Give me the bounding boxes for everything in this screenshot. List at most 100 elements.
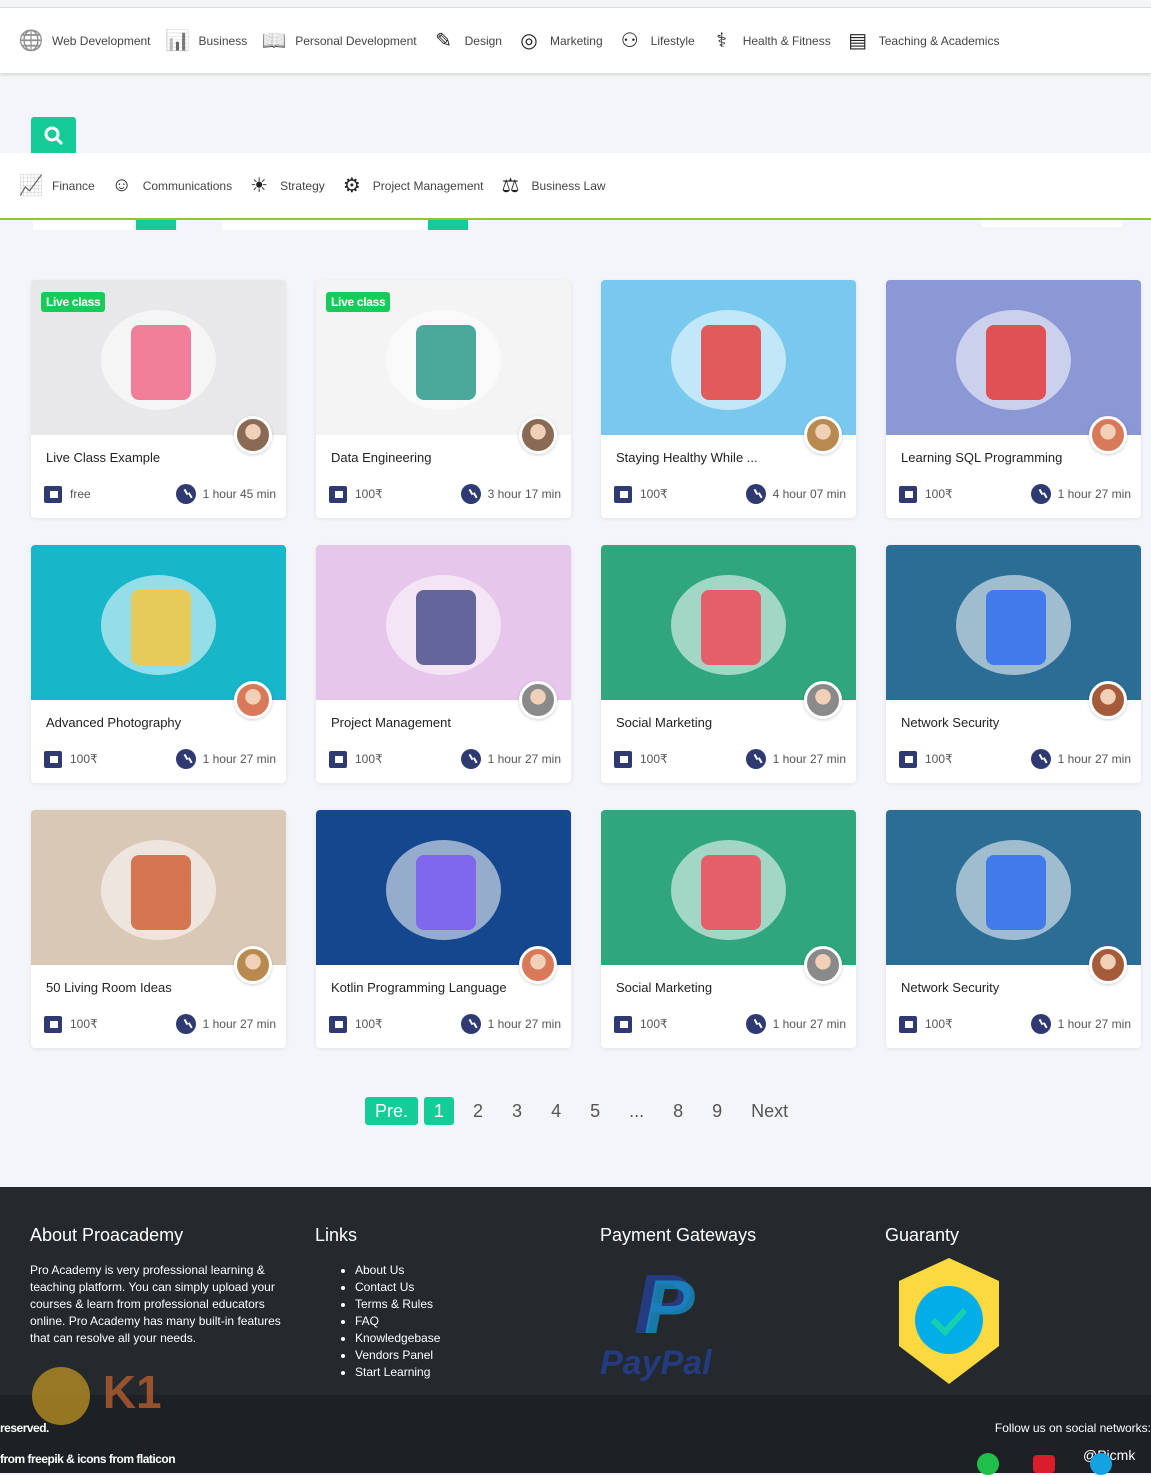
payment-title: Payment Gateways	[600, 1225, 757, 1245]
instructor-avatar[interactable]	[519, 416, 557, 454]
page-2[interactable]: 2	[463, 1097, 493, 1125]
course-card[interactable]: Live class Data Engineering 100₹ 3 hour …	[316, 280, 571, 518]
course-title[interactable]: Network Security	[901, 980, 999, 995]
nav-label: Web Development	[52, 33, 151, 48]
nav-item-finance[interactable]: 📈 Finance	[18, 173, 95, 199]
page-8[interactable]: 8	[663, 1097, 693, 1125]
filter-tab[interactable]	[33, 220, 133, 230]
footer-link[interactable]: Contact Us	[355, 1279, 440, 1296]
course-title[interactable]: Data Engineering	[331, 450, 431, 465]
course-title[interactable]: Advanced Photography	[46, 715, 181, 730]
course-card[interactable]: Kotlin Programming Language 100₹ 1 hour …	[316, 810, 571, 1048]
page-3[interactable]: 3	[502, 1097, 532, 1125]
course-title[interactable]: Live Class Example	[46, 450, 160, 465]
course-card[interactable]: Live class Live Class Example free 1 hou…	[31, 280, 286, 518]
instructor-avatar[interactable]	[804, 416, 842, 454]
course-title[interactable]: Learning SQL Programming	[901, 450, 1062, 465]
filter-tab-active[interactable]	[428, 220, 468, 230]
course-thumbnail[interactable]: Live class	[31, 280, 286, 435]
page-9[interactable]: 9	[702, 1097, 732, 1125]
nav-label: Project Management	[372, 178, 484, 193]
instructor-avatar[interactable]	[234, 416, 272, 454]
nav-label: Personal Development	[295, 33, 417, 48]
page-5[interactable]: 5	[580, 1097, 610, 1125]
course-thumbnail[interactable]	[601, 810, 856, 965]
footer-link[interactable]: About Us	[355, 1262, 440, 1279]
course-price: 100₹	[925, 1017, 953, 1031]
scales-icon: ⚖	[501, 175, 520, 197]
clock-icon	[175, 749, 196, 769]
nav-item-strategy[interactable]: ☀ Strategy	[246, 173, 325, 199]
page-4[interactable]: 4	[541, 1097, 571, 1125]
instructor-avatar[interactable]	[1089, 416, 1127, 454]
course-card[interactable]: Network Security 100₹ 1 hour 27 min	[886, 810, 1141, 1048]
nav-item-teaching-academics[interactable]: ▤ Teaching & Academics	[845, 28, 999, 54]
course-title[interactable]: Social Marketing	[616, 980, 712, 995]
instructor-avatar[interactable]	[1089, 946, 1127, 984]
filter-tab[interactable]	[222, 220, 428, 230]
course-thumbnail[interactable]: Live class	[316, 280, 571, 435]
course-title[interactable]: Kotlin Programming Language	[331, 980, 507, 995]
course-title[interactable]: Social Marketing	[616, 715, 712, 730]
nav-item-communications[interactable]: ☺ Communications	[109, 173, 232, 199]
nav-item-marketing[interactable]: ◎ Marketing	[516, 28, 602, 54]
nav-item-personal-development[interactable]: 📖 Personal Development	[261, 28, 417, 54]
footer-link[interactable]: Knowledgebase	[355, 1330, 440, 1347]
course-thumbnail[interactable]	[316, 545, 571, 700]
course-card[interactable]: Advanced Photography 100₹ 1 hour 27 min	[31, 545, 286, 783]
course-title[interactable]: 50 Living Room Ideas	[46, 980, 172, 995]
course-thumbnail[interactable]	[31, 810, 286, 965]
course-card[interactable]: Social Marketing 100₹ 1 hour 27 min	[601, 810, 856, 1048]
course-thumbnail[interactable]	[601, 545, 856, 700]
instructor-avatar[interactable]	[804, 946, 842, 984]
course-title[interactable]: Network Security	[901, 715, 999, 730]
search-button[interactable]	[31, 117, 76, 155]
youtube-icon[interactable]	[1033, 1455, 1055, 1473]
course-card[interactable]: Social Marketing 100₹ 1 hour 27 min	[601, 545, 856, 783]
nav-item-health-fitness[interactable]: ⚕ Health & Fitness	[709, 28, 830, 54]
pagination-ellipsis: ...	[629, 1100, 645, 1121]
nav-label: Design	[464, 33, 502, 48]
next-page-button[interactable]: Next	[741, 1097, 798, 1125]
nav-item-lifestyle[interactable]: ⚇ Lifestyle	[617, 28, 695, 54]
nav-item-design[interactable]: ✎ Design	[431, 28, 502, 54]
course-thumbnail[interactable]	[886, 280, 1141, 435]
instructor-avatar[interactable]	[234, 946, 272, 984]
course-thumbnail[interactable]	[316, 810, 571, 965]
course-card[interactable]: Project Management 100₹ 1 hour 27 min	[316, 545, 571, 783]
course-card[interactable]: Learning SQL Programming 100₹ 1 hour 27 …	[886, 280, 1141, 518]
nav-item-web-development[interactable]: 🌐 Web Development	[18, 28, 151, 54]
course-price: 100₹	[640, 1017, 668, 1031]
course-duration: 1 hour 27 min	[487, 752, 561, 766]
course-thumbnail[interactable]	[886, 545, 1141, 700]
nav-item-project-management[interactable]: ⚙ Project Management	[339, 173, 484, 199]
nav-item-business-law[interactable]: ⚖ Business Law	[498, 173, 606, 199]
instructor-avatar[interactable]	[234, 681, 272, 719]
prev-page-button[interactable]: Pre.	[365, 1097, 419, 1125]
skype-icon[interactable]	[1090, 1453, 1112, 1475]
course-title[interactable]: Project Management	[331, 715, 451, 730]
sort-select[interactable]	[982, 220, 1122, 227]
whatsapp-icon[interactable]	[977, 1453, 999, 1475]
instructor-avatar[interactable]	[804, 681, 842, 719]
footer-link[interactable]: FAQ	[355, 1313, 440, 1330]
course-card[interactable]: 50 Living Room Ideas 100₹ 1 hour 27 min	[31, 810, 286, 1048]
course-title[interactable]: Staying Healthy While ...	[616, 450, 758, 465]
clock-icon	[745, 749, 766, 769]
nav-item-business[interactable]: 📊 Business	[165, 28, 247, 54]
footer-link[interactable]: Terms & Rules	[355, 1296, 440, 1313]
course-thumbnail[interactable]	[601, 280, 856, 435]
instructor-avatar[interactable]	[1089, 681, 1127, 719]
instructor-avatar[interactable]	[519, 681, 557, 719]
wallet-icon	[329, 750, 347, 768]
filter-tab-active[interactable]	[136, 220, 176, 230]
course-duration: 1 hour 27 min	[202, 752, 276, 766]
course-card[interactable]: Network Security 100₹ 1 hour 27 min	[886, 545, 1141, 783]
course-thumbnail[interactable]	[31, 545, 286, 700]
instructor-avatar[interactable]	[519, 946, 557, 984]
page-1[interactable]: 1	[424, 1097, 455, 1125]
footer-link[interactable]: Vendors Panel	[355, 1347, 440, 1364]
footer-link[interactable]: Start Learning	[355, 1364, 440, 1381]
course-thumbnail[interactable]	[886, 810, 1141, 965]
course-card[interactable]: Staying Healthy While ... 100₹ 4 hour 07…	[601, 280, 856, 518]
